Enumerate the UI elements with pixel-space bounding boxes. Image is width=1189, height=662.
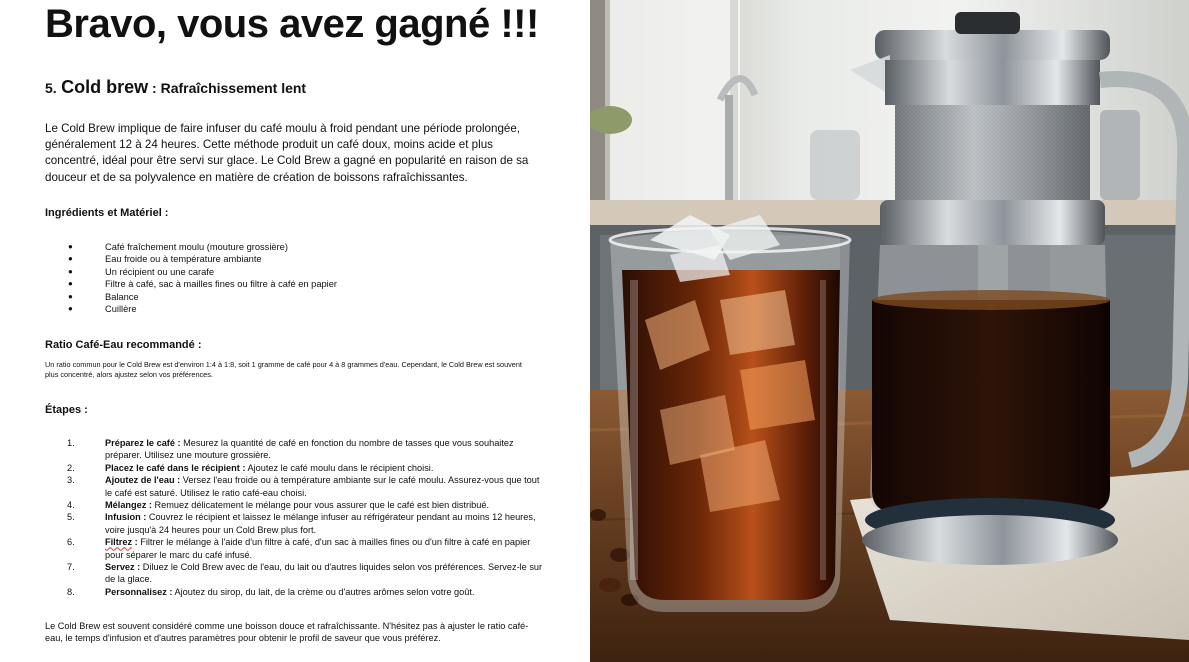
bullet-icon: ●	[68, 304, 73, 314]
step-number: 3.	[67, 475, 75, 486]
step-title: Ajoutez de l'eau :	[105, 475, 181, 486]
step-text: Ajoutez du sirop, du lait, de la crème o…	[172, 586, 475, 597]
list-item: 1. Préparez le café : Mesurez la quantité…	[45, 437, 545, 462]
step-number: 2.	[67, 462, 75, 473]
step-number: 7.	[67, 562, 75, 573]
step-title: Infusion :	[105, 512, 147, 523]
step-text: Filtrer le mélange à l'aide d'un filtre …	[105, 537, 531, 560]
page-title: Bravo, vous avez gagné !!!	[45, 2, 539, 46]
ingredient-text: Filtre à café, sac à mailles fines ou fi…	[105, 279, 338, 290]
step-text: Diluez le Cold Brew avec de l'eau, du la…	[105, 562, 543, 585]
ingredient-text: Balance	[105, 291, 139, 302]
list-item: 2. Placez le café dans le récipient : Ajo…	[45, 462, 545, 474]
step-number: 4.	[67, 500, 75, 511]
cold-brew-illustration	[590, 0, 1189, 662]
bullet-icon: ●	[68, 266, 73, 276]
ingredient-text: Un récipient ou une carafe	[105, 266, 215, 277]
document-column: Bravo, vous avez gagné !!! 5. Cold brew …	[0, 0, 590, 662]
intro-paragraph: Le Cold Brew implique de faire infuser d…	[45, 122, 529, 184]
step-title: Placez le café dans le récipient :	[105, 462, 246, 473]
list-item: ● Un récipient ou une carafe	[60, 266, 337, 278]
list-item: 7. Servez : Diluez le Cold Brew avec de l…	[45, 561, 545, 586]
list-item: ● Filtre à café, sac à mailles fines ou f…	[60, 278, 337, 290]
list-item: 5. Infusion : Couvrez le récipient et lai…	[45, 511, 545, 536]
step-number: 6.	[67, 537, 75, 548]
section-title-rest: : Rafraîchissement lent	[148, 80, 307, 96]
bullet-icon: ●	[68, 254, 73, 264]
bullet-icon: ●	[68, 242, 73, 251]
list-item: ● Eau froide ou à température ambiante	[60, 253, 337, 265]
ratio-paragraph: Un ratio commun pour le Cold Brew est d'…	[45, 360, 522, 379]
step-text: Ajoutez le café moulu dans le récipient …	[245, 462, 434, 473]
step-number: 5.	[67, 512, 75, 523]
step-title: Personnalisez :	[105, 586, 173, 597]
section-number: 5.	[45, 80, 57, 96]
ingredient-text: Café fraîchement moulu (mouture grossièr…	[105, 242, 288, 252]
list-item: 4. Mélangez : Remuez délicatement le méla…	[45, 499, 545, 511]
step-number: 8.	[67, 586, 75, 597]
bullet-icon: ●	[68, 279, 73, 289]
step-title: Préparez le café :	[105, 438, 181, 448]
ingredients-list: ● Café fraîchement moulu (mouture grossiè…	[60, 241, 337, 315]
cold-brew-photo	[590, 0, 1189, 662]
list-item: ● Cuillère	[60, 303, 337, 315]
ingredient-text: Cuillère	[105, 304, 137, 315]
list-item: 8. Personnalisez : Ajoutez du sirop, du l…	[45, 586, 545, 598]
bullet-icon: ●	[68, 291, 73, 301]
conclusion-paragraph: Le Cold Brew est souvent considéré comme…	[45, 621, 529, 644]
ingredient-text: Eau froide ou à température ambiante	[105, 254, 262, 265]
section-title: 5. Cold brew : Rafraîchissement lent	[45, 77, 306, 98]
list-item: 3. Ajoutez de l'eau : Versez l'eau froide…	[45, 474, 545, 499]
steps-heading: Étapes :	[45, 404, 88, 416]
step-title: Mélangez :	[105, 500, 152, 511]
list-item: ● Balance	[60, 291, 337, 303]
step-number: 1.	[67, 438, 75, 448]
ingredients-heading: Ingrédients et Matériel :	[45, 207, 169, 219]
list-item: 6. Filtrez : Filtrer le mélange à l'aide …	[45, 536, 545, 561]
ratio-heading: Ratio Café-Eau recommandé :	[45, 339, 202, 351]
step-text: Remuez délicatement le mélange pour vous…	[151, 500, 490, 511]
section-title-main: Cold brew	[61, 77, 149, 97]
step-text: Couvrez le récipient et laissez le mélan…	[105, 512, 536, 535]
step-title: Servez :	[105, 562, 141, 573]
steps-list: 1. Préparez le café : Mesurez la quantité…	[45, 437, 545, 598]
step-title: Filtrez	[105, 537, 133, 548]
list-item: ● Café fraîchement moulu (mouture grossiè…	[60, 241, 337, 253]
